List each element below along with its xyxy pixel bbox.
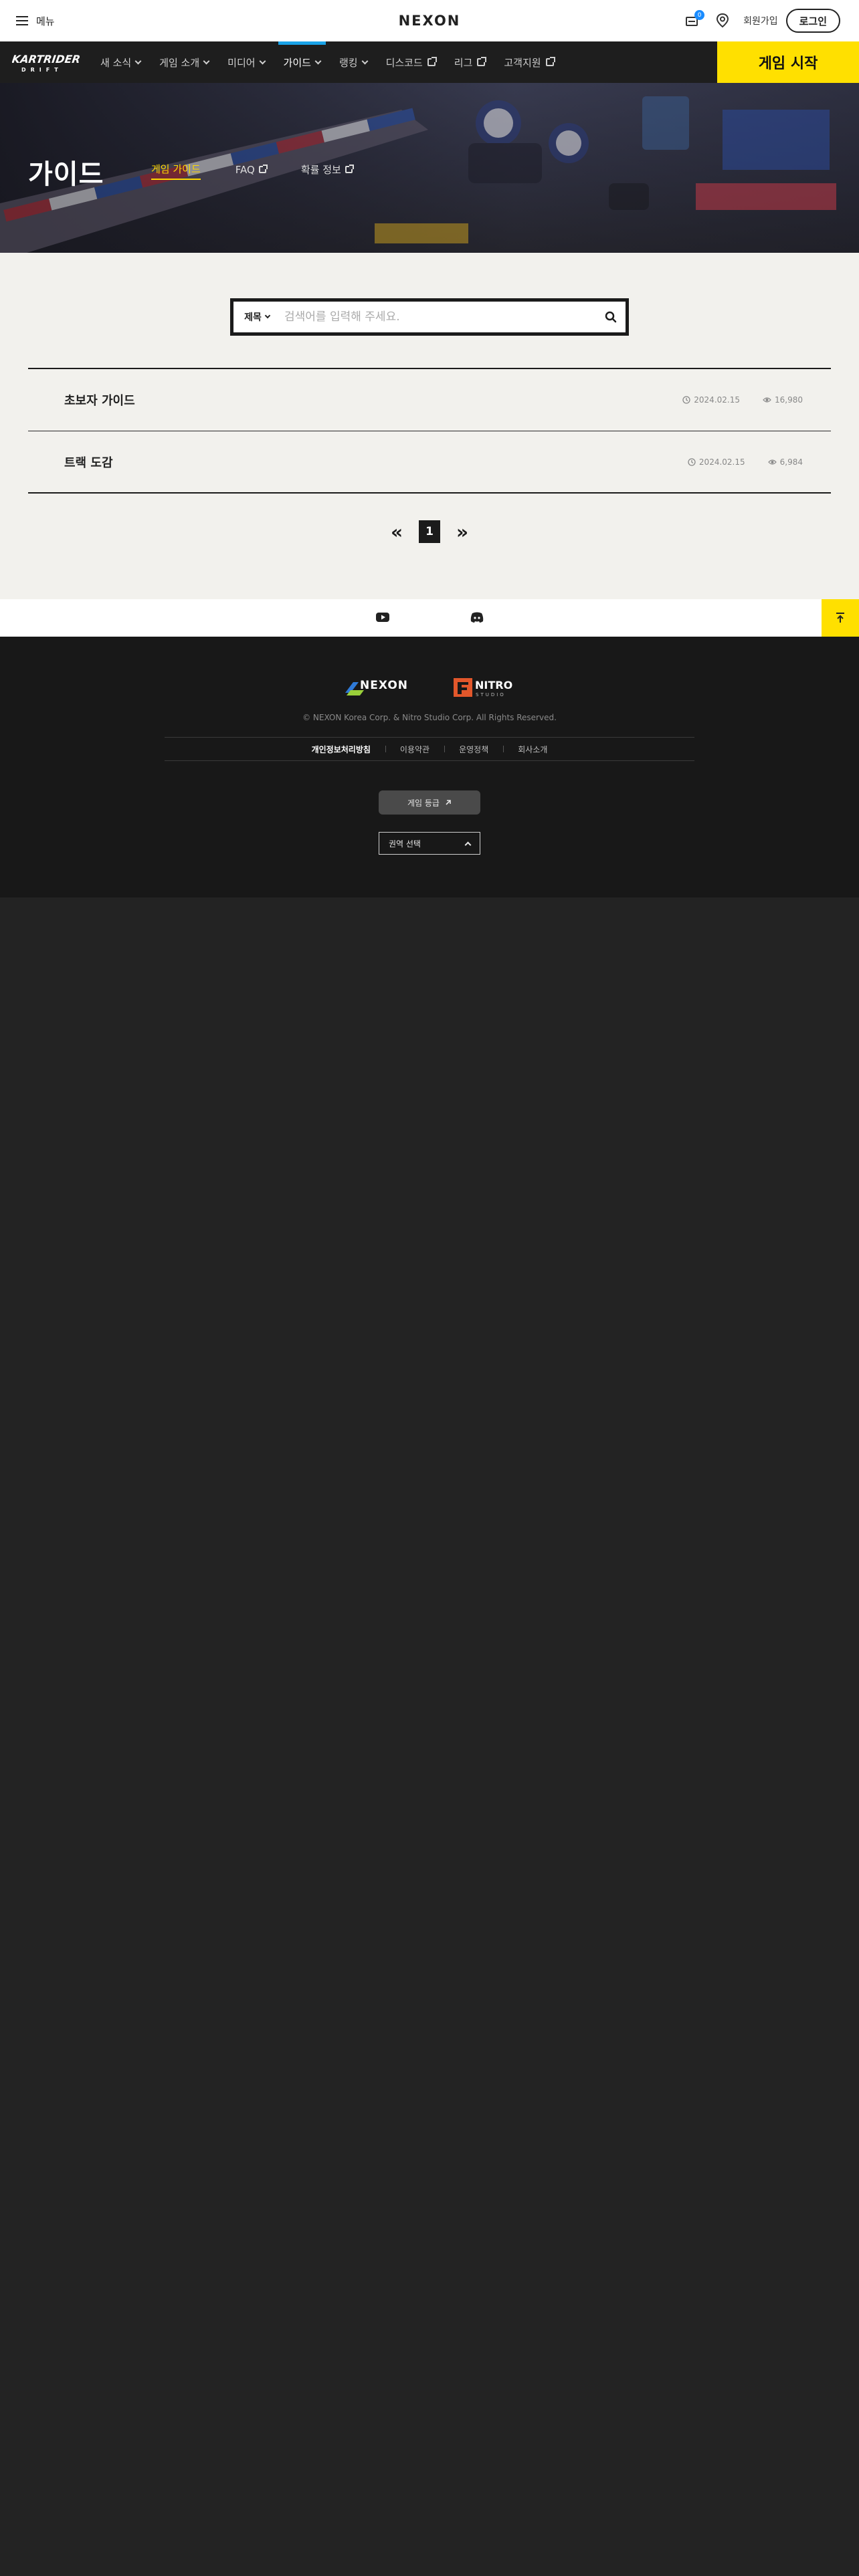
list-item-meta: 2024.02.15 16,980 — [682, 395, 803, 405]
subtab-game-guide[interactable]: 게임 가이드 — [151, 162, 201, 180]
game-nav-item[interactable]: 새 소식 — [91, 41, 150, 83]
game-nav-label: 미디어 — [227, 56, 256, 69]
eye-icon — [767, 459, 777, 465]
hero-background-image — [0, 96, 836, 253]
svg-text:NITRO: NITRO — [475, 679, 512, 691]
list-item-meta: 2024.02.15 6,984 — [688, 457, 803, 467]
menu-label: 메뉴 — [36, 15, 55, 27]
chevron-up-icon — [464, 841, 472, 848]
guide-hero-banner: 가이드 게임 가이드 FAQ 확률 정보 — [0, 83, 859, 253]
game-nav-item[interactable]: 가이드 — [274, 41, 330, 83]
game-nav-label: 디스코드 — [385, 56, 423, 69]
pagination-page-current[interactable]: 1 — [419, 520, 440, 543]
post-date: 2024.02.15 — [698, 457, 745, 467]
list-item-title: 트랙 도감 — [64, 455, 113, 470]
chevron-down-icon — [259, 58, 266, 64]
game-nav-label: 랭킹 — [339, 56, 358, 69]
search-bar: 제목 — [230, 298, 629, 336]
post-views: 6,984 — [779, 457, 803, 467]
company-info-link[interactable]: 회사소개 — [503, 744, 562, 755]
game-nav-list: 새 소식 게임 소개 미디어 가이드 랭킹 디스코드 리그 고객지원 — [91, 41, 563, 83]
terms-link[interactable]: 이용약관 — [385, 744, 444, 755]
game-nav-item[interactable]: 랭킹 — [330, 41, 377, 83]
chevron-down-icon — [134, 58, 142, 64]
operation-policy-link[interactable]: 운영정책 — [444, 744, 503, 755]
pagination-prev-icon[interactable]: « — [387, 520, 407, 543]
eye-icon — [763, 397, 771, 403]
nexon-global-header: 메뉴 NEXON 0 회원가입 로그인 — [0, 0, 859, 41]
subtab-faq[interactable]: FAQ — [235, 162, 268, 180]
login-button[interactable]: 로그인 — [785, 9, 840, 33]
external-link-icon — [345, 165, 354, 173]
nitro-studio-logo: NITRO STUDIO — [454, 678, 512, 697]
chevron-down-icon — [361, 58, 369, 64]
gnb-utility: 0 회원가입 로그인 — [684, 8, 840, 33]
chevron-down-icon — [314, 58, 322, 64]
game-nav-label: 가이드 — [283, 56, 311, 69]
discord-icon[interactable] — [470, 611, 484, 623]
game-nav-label: 새 소식 — [100, 56, 132, 69]
footer-logos: NEXON NITRO STUDIO — [345, 678, 512, 697]
post-views: 16,980 — [775, 395, 803, 405]
list-item[interactable]: 트랙 도감 2024.02.15 6,984 — [28, 431, 831, 494]
pagination-next-icon[interactable]: » — [452, 520, 472, 543]
chevron-down-icon — [264, 312, 271, 319]
coupon-icon[interactable]: 0 — [684, 10, 705, 28]
coupon-badge: 0 — [694, 10, 705, 20]
game-nav-item[interactable]: 고객지원 — [494, 41, 563, 83]
copyright-text: © NEXON Korea Corp. & Nitro Studio Corp.… — [302, 713, 557, 722]
pagination: « 1 » — [387, 520, 472, 543]
page-title: 가이드 — [28, 159, 104, 190]
game-nav-item[interactable]: 미디어 — [218, 41, 274, 83]
external-link-icon — [545, 57, 555, 66]
external-link-icon — [477, 57, 487, 66]
search-type-select[interactable]: 제목 — [233, 302, 280, 332]
page-background — [0, 897, 859, 2576]
list-item-title: 초보자 가이드 — [64, 394, 135, 408]
scroll-top-icon — [836, 613, 844, 623]
menu-button[interactable]: 메뉴 — [16, 12, 55, 29]
clock-icon — [682, 396, 690, 404]
external-link-icon — [427, 57, 437, 66]
kartrider-drift-logo[interactable]: KARTRIDER DRIFT — [12, 49, 82, 75]
guide-list: 초보자 가이드 2024.02.15 16,980 트랙 도감 2024.02.… — [28, 368, 831, 494]
subtab-probability[interactable]: 확률 정보 — [301, 162, 354, 180]
external-link-icon — [258, 165, 268, 173]
arrow-up-right-icon — [446, 800, 451, 805]
game-nav-label: 게임 소개 — [159, 56, 200, 69]
game-nav-label: 리그 — [454, 56, 473, 69]
guide-content: 제목 초보자 가이드 2024.02.15 16,980 트랙 도감 2024.… — [0, 253, 859, 599]
clock-icon — [688, 457, 696, 466]
footer: NEXON NITRO STUDIO © NEXON Korea Corp. &… — [0, 637, 859, 897]
post-date: 2024.02.15 — [694, 395, 740, 405]
game-nav-item[interactable]: 디스코드 — [377, 41, 445, 83]
game-nav-label: 고객지원 — [504, 56, 541, 69]
scroll-top-button[interactable] — [822, 599, 859, 637]
svg-text:KARTRIDER: KARTRIDER — [12, 53, 81, 66]
sns-bar — [0, 599, 859, 637]
search-icon[interactable] — [596, 302, 626, 332]
game-start-button[interactable]: 게임 시작 — [717, 41, 859, 83]
footer-links: 개인정보처리방침 이용약관 운영정책 회사소개 — [165, 737, 694, 761]
privacy-policy-link[interactable]: 개인정보처리방침 — [297, 744, 385, 755]
chevron-down-icon — [203, 58, 210, 64]
location-pin-icon[interactable] — [715, 13, 730, 29]
region-select[interactable]: 권역 선택 — [379, 832, 480, 855]
game-nav-item[interactable]: 게임 소개 — [150, 41, 218, 83]
search-input[interactable] — [280, 302, 596, 332]
game-rating-button[interactable]: 게임 등급 — [379, 790, 480, 815]
game-nav-item[interactable]: 리그 — [445, 41, 495, 83]
youtube-icon[interactable] — [375, 611, 390, 623]
svg-text:DRIFT: DRIFT — [21, 67, 63, 73]
nexon-logo[interactable]: NEXON — [396, 12, 463, 29]
join-link[interactable]: 회원가입 — [743, 14, 778, 27]
hamburger-icon — [16, 16, 28, 25]
svg-text:NEXON: NEXON — [360, 679, 408, 692]
list-item[interactable]: 초보자 가이드 2024.02.15 16,980 — [28, 369, 831, 431]
game-navigation: KARTRIDER DRIFT 새 소식 게임 소개 미디어 가이드 랭킹 디스코드 리그 고… — [0, 41, 859, 83]
svg-text:STUDIO: STUDIO — [476, 692, 506, 697]
nexon-footer-logo: NEXON — [345, 679, 408, 695]
guide-subtabs: 게임 가이드 FAQ 확률 정보 — [151, 162, 354, 180]
